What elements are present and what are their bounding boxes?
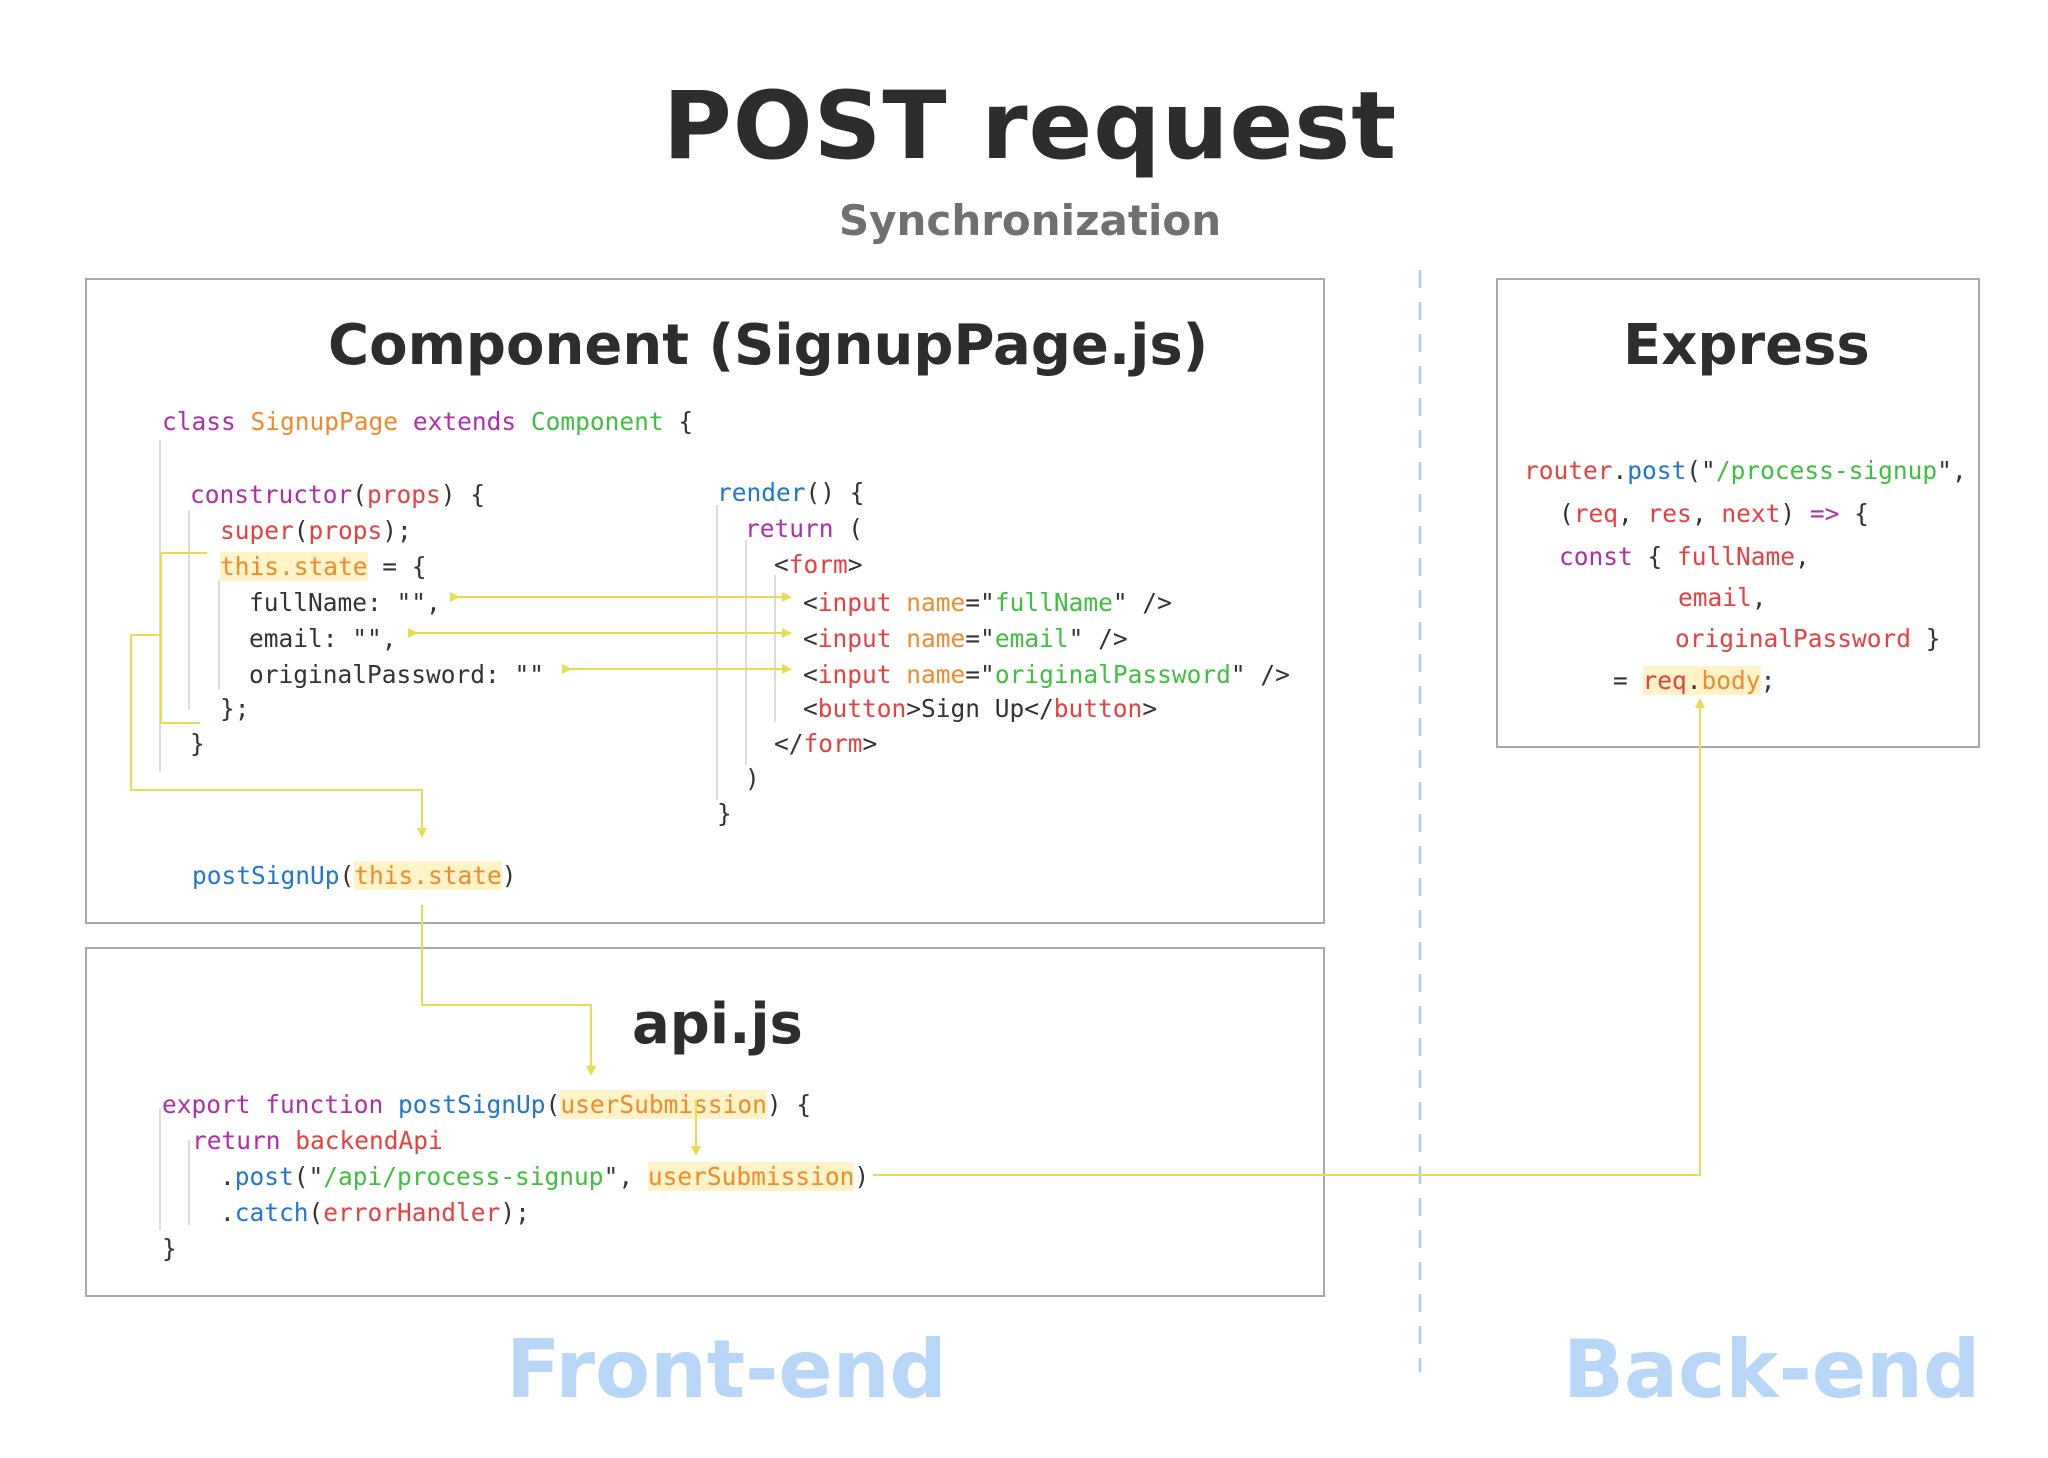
call-to-api-connector bbox=[421, 905, 596, 1076]
connector-overlay bbox=[130, 270, 1705, 1372]
state-fields-bracket bbox=[160, 552, 207, 724]
api-to-express-connector bbox=[873, 698, 1705, 1176]
state-to-call-connector bbox=[130, 634, 427, 838]
indent-guides bbox=[159, 440, 776, 1230]
